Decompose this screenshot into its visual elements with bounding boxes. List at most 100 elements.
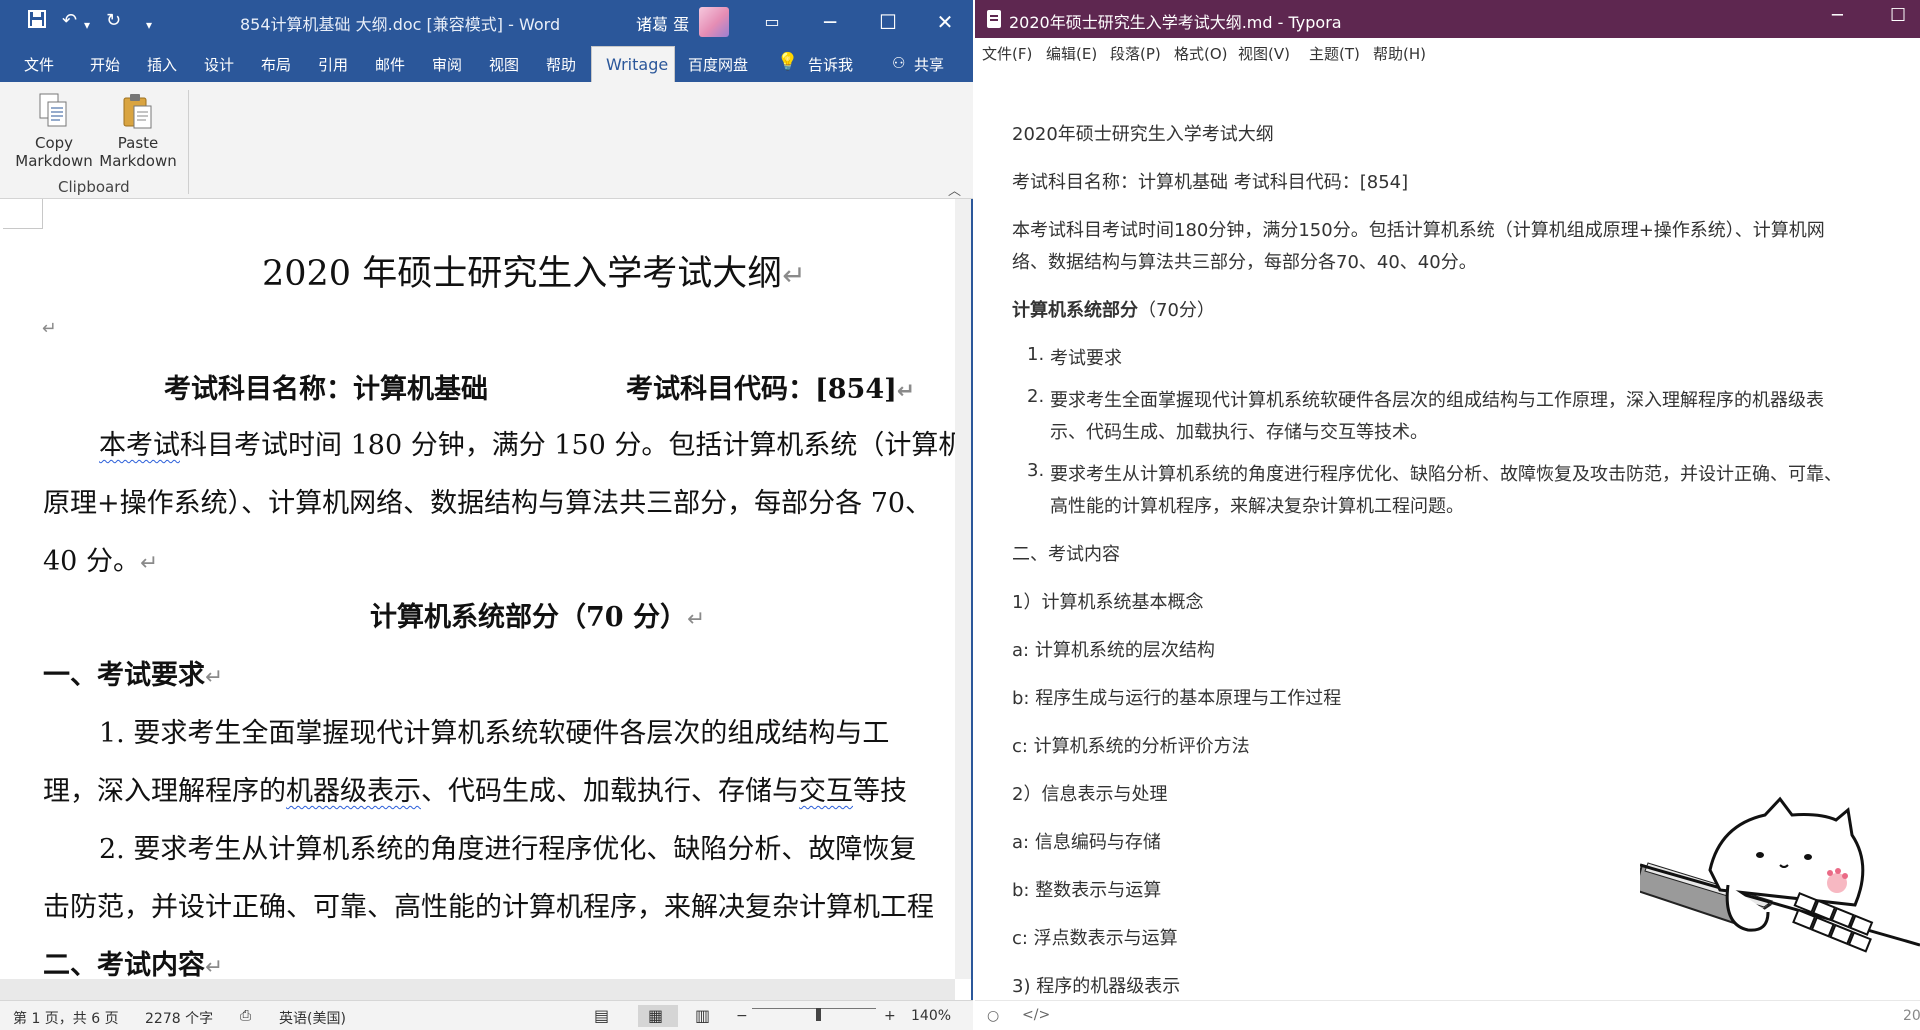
item2-line2: 击防范，并设计正确、可靠、高性能的计算机程序，来解决复杂计算机工程 bbox=[43, 892, 934, 923]
tab-file[interactable]: 文件 bbox=[24, 54, 54, 75]
md-section-rest: （70分） bbox=[1138, 300, 1215, 321]
para1-line1: 本考试科目考试时间 180 分钟，满分 150 分。包括计算机系统（计算机 bbox=[99, 423, 955, 462]
proofing-icon[interactable]: ⎙ bbox=[240, 1008, 251, 1024]
item1-line2-a: 理，深入理解程序的 bbox=[43, 776, 286, 807]
paragraph-mark-icon: ↵ bbox=[205, 665, 224, 690]
para1-line1-text: 科目考试时间 180 分钟，满分 150 分。包括计算机系统（计算机 bbox=[180, 430, 955, 461]
zoom-out-icon[interactable]: − bbox=[736, 1008, 748, 1024]
list-item-line: 示、代码生成、加载执行、存储与交互等技术。 bbox=[1050, 422, 1428, 443]
tab-help[interactable]: 帮助 bbox=[546, 54, 576, 75]
tab-layout[interactable]: 布局 bbox=[261, 54, 291, 75]
list-item-line: 要求考生全面掌握现代计算机系统软硬件各层次的组成结构与工作原理，深入理解程序的机… bbox=[1050, 390, 1824, 411]
copy-markdown-button[interactable]: Copy Markdown bbox=[13, 92, 95, 172]
tab-review[interactable]: 审阅 bbox=[432, 54, 462, 75]
list-item-line: 高性能的计算机程序，来解决复杂计算机工程问题。 bbox=[1050, 496, 1464, 517]
bongo-cat-sticker bbox=[1633, 795, 1920, 965]
close-icon[interactable]: ✕ bbox=[930, 8, 960, 36]
subject-code-text: 考试科目代码：[854] bbox=[626, 374, 897, 405]
tab-mailings[interactable]: 邮件 bbox=[375, 54, 405, 75]
collapse-ribbon-icon[interactable]: ︿ bbox=[948, 180, 961, 199]
document-page[interactable]: 2020 年硕士研究生入学考试大纲↵ ↵ 考试科目名称：计算机基础 考试科目代码… bbox=[0, 199, 955, 979]
paragraph-mark-icon: ↵ bbox=[782, 259, 806, 292]
undo-icon[interactable]: ↶ bbox=[62, 10, 77, 32]
paste-markdown-button[interactable]: Paste Markdown bbox=[97, 92, 179, 172]
web-layout-icon[interactable]: ▥ bbox=[695, 1006, 710, 1025]
md-topic-1b: b: 程序生成与运行的基本原理与工作过程 bbox=[1012, 688, 1342, 709]
paragraph-mark-icon: ↵ bbox=[139, 551, 159, 576]
paragraph-mark-icon: ↵ bbox=[42, 319, 57, 339]
word-titlebar: ↶ ▾ ↻ ▾ 854计算机基础 大纲.doc [兼容模式] - Word 诸葛… bbox=[0, 0, 973, 44]
tab-writage[interactable]: Writage bbox=[591, 46, 675, 84]
md-section-bold: 计算机系统部分 bbox=[1012, 300, 1138, 321]
item1-line2-squiggle-2: 交互 bbox=[799, 776, 853, 807]
menu-help[interactable]: 帮助(H) bbox=[1373, 43, 1426, 64]
read-mode-icon[interactable]: ▤ bbox=[594, 1006, 609, 1025]
menu-paragraph[interactable]: 段落(P) bbox=[1110, 43, 1161, 64]
word-status-bar: 第 1 页，共 6 页 2278 个字 ⎙ 英语(美国) ▤ ▦ ▥ − + 1… bbox=[0, 1000, 973, 1030]
word-user-name[interactable]: 诸葛 蛋 bbox=[636, 11, 689, 35]
typora-window-title: 2020年硕士研究生入学考试大纲.md - Typora bbox=[1009, 13, 1342, 32]
word-count-indicator[interactable]: 20 bbox=[1903, 1008, 1920, 1024]
margin-corner-mark bbox=[3, 199, 43, 229]
print-layout-icon[interactable]: ▦ bbox=[648, 1006, 663, 1025]
menu-file[interactable]: 文件(F) bbox=[982, 43, 1032, 64]
item1-line2-squiggle: 机器级表示 bbox=[286, 776, 421, 807]
outline-toggle-icon[interactable]: ○ bbox=[987, 1008, 999, 1024]
copy-markdown-label-1: Copy bbox=[34, 134, 74, 152]
zoom-slider[interactable] bbox=[752, 1008, 876, 1009]
person-icon[interactable]: ⚇ bbox=[892, 54, 905, 72]
md-subject: 考试科目名称：计算机基础 考试科目代码：[854] bbox=[1012, 172, 1409, 193]
word-count[interactable]: 2278 个字 bbox=[145, 1008, 213, 1028]
language-indicator[interactable]: 英语(美国) bbox=[279, 1008, 346, 1028]
menu-theme[interactable]: 主题(T) bbox=[1309, 43, 1360, 64]
maximize-icon[interactable]: ☐ bbox=[873, 8, 903, 36]
tab-design[interactable]: 设计 bbox=[204, 54, 234, 75]
paragraph-mark-icon: ↵ bbox=[205, 955, 224, 979]
md-topic-1: 1）计算机系统基本概念 bbox=[1012, 592, 1204, 613]
typora-menubar: 文件(F) 编辑(E) 段落(P) 格式(O) 视图(V) 主题(T) 帮助(H… bbox=[975, 38, 1920, 68]
save-icon[interactable] bbox=[28, 10, 46, 34]
horizontal-scrollbar[interactable] bbox=[0, 979, 955, 1000]
para1-line2: 原理+操作系统）、计算机网络、数据结构与算法共三部分，每部分各 70、 bbox=[43, 488, 933, 519]
redo-icon[interactable]: ↻ bbox=[106, 10, 121, 32]
tab-view[interactable]: 视图 bbox=[489, 54, 519, 75]
item2-line1: 2. 要求考生从计算机系统的角度进行程序优化、缺陷分析、故障恢复 bbox=[99, 834, 917, 865]
tab-references[interactable]: 引用 bbox=[318, 54, 348, 75]
menu-format[interactable]: 格式(O) bbox=[1174, 43, 1228, 64]
typora-minimize-icon[interactable]: ─ bbox=[1832, 5, 1843, 26]
share-button[interactable]: 共享 bbox=[914, 54, 944, 75]
menu-view[interactable]: 视图(V) bbox=[1238, 43, 1290, 64]
tab-baidu-netdisk[interactable]: 百度网盘 bbox=[688, 54, 748, 75]
word-ribbon: Copy Markdown Paste Markdown Clipboard ︿ bbox=[0, 82, 973, 199]
undo-dropdown-icon[interactable]: ▾ bbox=[84, 14, 90, 36]
lightbulb-icon[interactable]: 💡 bbox=[777, 52, 798, 72]
paragraph-mark-icon: ↵ bbox=[686, 607, 706, 632]
subject-name: 考试科目名称：计算机基础 bbox=[164, 374, 488, 405]
md-heading-content: 二、考试内容 bbox=[1012, 544, 1120, 565]
paste-markdown-label-1: Paste bbox=[117, 134, 159, 152]
section-heading: 计算机系统部分（70 分）↵ bbox=[370, 595, 705, 634]
tab-home[interactable]: 开始 bbox=[90, 54, 120, 75]
customize-qat-icon[interactable]: ▾ bbox=[146, 14, 152, 36]
md-topic-3: 3) 程序的机器级表示 bbox=[1012, 976, 1181, 997]
vertical-scrollbar[interactable] bbox=[955, 199, 971, 979]
ribbon-display-icon[interactable]: ▭ bbox=[757, 8, 787, 36]
typora-app-icon bbox=[987, 10, 1001, 28]
menu-edit[interactable]: 编辑(E) bbox=[1046, 43, 1097, 64]
zoom-slider-thumb[interactable] bbox=[816, 1008, 821, 1021]
md-topic-2c: c: 浮点数表示与运算 bbox=[1012, 928, 1178, 949]
list-number: 3. bbox=[1027, 460, 1045, 481]
section-heading-text: 计算机系统部分（70 分） bbox=[370, 602, 687, 633]
typora-maximize-icon[interactable]: ☐ bbox=[1890, 5, 1906, 26]
heading-exam-content-text: 二、考试内容 bbox=[43, 950, 205, 979]
zoom-level[interactable]: 140% bbox=[911, 1008, 951, 1024]
minimize-icon[interactable]: ─ bbox=[815, 8, 845, 36]
tab-insert[interactable]: 插入 bbox=[147, 54, 177, 75]
source-code-mode-icon[interactable]: </> bbox=[1022, 1007, 1050, 1023]
cat-icon bbox=[1633, 796, 1920, 953]
zoom-in-icon[interactable]: + bbox=[884, 1008, 896, 1024]
list-number: 2. bbox=[1027, 386, 1045, 407]
page-count[interactable]: 第 1 页，共 6 页 bbox=[13, 1008, 119, 1028]
avatar[interactable] bbox=[699, 7, 729, 37]
tell-me-search[interactable]: 告诉我 bbox=[808, 54, 853, 75]
